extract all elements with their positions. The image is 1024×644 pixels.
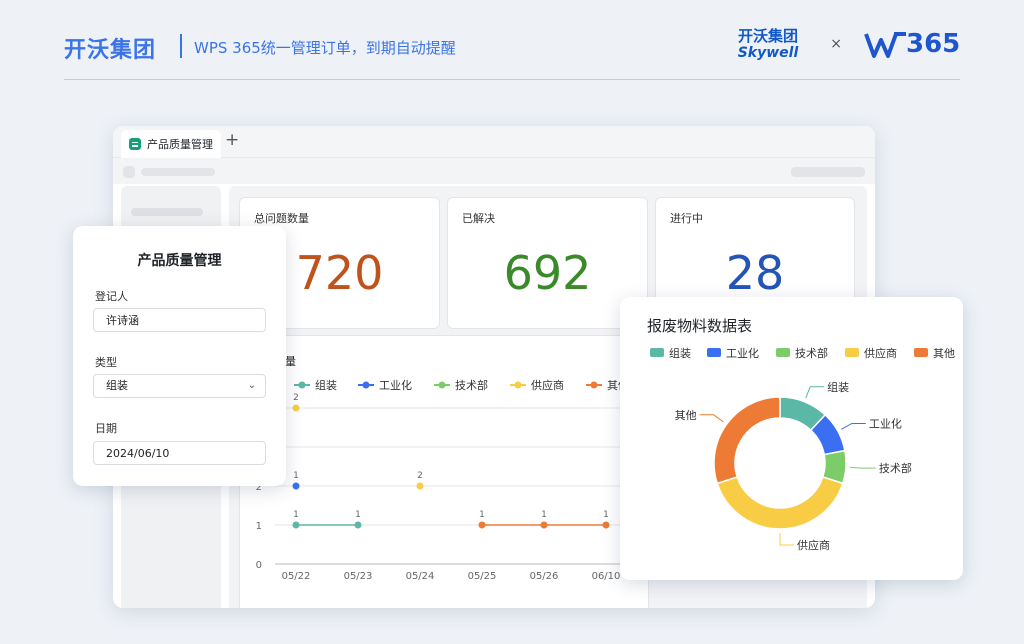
type-label: 类型 <box>95 356 117 369</box>
wps365-logo: 365 <box>864 28 960 62</box>
stat-label: 总问题数量 <box>254 212 309 225</box>
times-sign: × <box>830 36 842 52</box>
table-app-icon <box>129 138 141 150</box>
x-tick-label: 05/25 <box>468 571 497 582</box>
legend-swatch <box>914 348 928 357</box>
legend-swatch <box>776 348 790 357</box>
wps365-text: 365 <box>906 29 961 59</box>
type-select-value: 组装 <box>106 379 128 392</box>
skywell-logo-en: Skywell <box>737 45 799 61</box>
brand-title: 开沃集团 <box>64 38 157 63</box>
legend-marker <box>298 381 306 389</box>
legend-marker <box>438 381 446 389</box>
label-leader <box>841 422 866 430</box>
slice-label: 组装 <box>827 380 849 394</box>
brand-divider <box>180 34 182 58</box>
stat-label: 已解决 <box>462 212 495 225</box>
x-tick-label: 05/24 <box>406 571 435 582</box>
tab-bar: 产品质量管理 + <box>113 126 875 158</box>
slice-label: 工业化 <box>869 416 902 430</box>
data-point[interactable] <box>354 521 362 529</box>
label-leader <box>849 466 876 469</box>
page-header: 开沃集团 WPS 365统一管理订单，到期自动提醒 开沃集团 Skywell ×… <box>64 28 960 80</box>
legend-marker <box>590 381 598 389</box>
legend-swatch <box>845 348 859 357</box>
legend-label[interactable]: 工业化 <box>379 378 412 392</box>
data-point[interactable] <box>292 404 300 412</box>
stat-card-resolved: 已解决 692 <box>447 197 648 329</box>
label-leader <box>779 533 794 546</box>
x-tick-label: 05/23 <box>344 571 373 582</box>
stat-value: 692 <box>503 246 592 300</box>
legend-label[interactable]: 供应商 <box>864 346 897 360</box>
registrant-label: 登记人 <box>95 290 128 303</box>
x-tick-label: 06/10 <box>592 571 621 582</box>
add-tab-icon[interactable]: + <box>225 130 239 150</box>
sidebar-placeholder <box>131 208 203 216</box>
legend-label[interactable]: 技术部 <box>455 378 488 392</box>
data-label: 2 <box>293 393 299 403</box>
legend-label[interactable]: 组装 <box>669 346 691 360</box>
pie-slice[interactable] <box>713 396 781 485</box>
data-point[interactable] <box>478 521 486 529</box>
legend-marker <box>514 381 522 389</box>
data-label: 1 <box>479 510 485 520</box>
x-tick-label: 05/22 <box>282 571 311 582</box>
form-title: 产品质量管理 <box>137 253 222 269</box>
legend-label[interactable]: 其他 <box>933 347 955 360</box>
date-input[interactable] <box>93 441 266 465</box>
scrap-material-pie-card: 报废物料数据表 组装 工业化 技术部 供应商 其他 组装 工业化 技术部 供应商 其他 <box>620 297 963 580</box>
legend-label[interactable]: 组装 <box>315 378 337 392</box>
data-label: 1 <box>541 510 547 520</box>
legend-label[interactable]: 工业化 <box>726 346 759 360</box>
tab-label: 产品质量管理 <box>147 138 213 151</box>
data-point[interactable] <box>416 482 424 490</box>
feedback-line-chart: 反馈数量组装工业化技术部供应商其他01205/2205/2305/2405/25… <box>252 355 648 582</box>
legend-swatch <box>707 348 721 357</box>
legend-label[interactable]: 技术部 <box>795 346 828 360</box>
wps-w-icon <box>864 32 906 58</box>
skywell-logo-cn: 开沃集团 <box>737 27 798 45</box>
toolbar <box>113 158 875 184</box>
data-label: 2 <box>417 471 423 481</box>
y-tick-label: 1 <box>256 521 262 532</box>
slice-label: 其他 <box>675 409 697 422</box>
pie-slice[interactable] <box>716 475 844 530</box>
label-leader <box>805 386 825 399</box>
data-point[interactable] <box>292 521 300 529</box>
type-select[interactable]: 组装 ⌄ <box>93 374 266 398</box>
data-label: 1 <box>293 510 299 520</box>
y-tick-label: 0 <box>256 560 262 571</box>
x-tick-label: 05/26 <box>530 571 559 582</box>
chevron-down-icon: ⌄ <box>247 380 256 391</box>
date-label: 日期 <box>95 422 117 435</box>
data-label: 1 <box>355 510 361 520</box>
data-point[interactable] <box>292 482 300 490</box>
feedback-line-chart-card: 反馈数量组装工业化技术部供应商其他01205/2205/2305/2405/25… <box>239 335 649 608</box>
slice-label: 技术部 <box>879 461 912 475</box>
page-subtitle: WPS 365统一管理订单，到期自动提醒 <box>194 39 456 57</box>
toolbar-placeholder-right <box>791 167 865 177</box>
data-point[interactable] <box>602 521 610 529</box>
quality-form-card: 产品质量管理 登记人 类型 组装 ⌄ 日期 <box>73 226 286 486</box>
legend-marker <box>362 381 370 389</box>
stat-value: 28 <box>725 246 785 300</box>
stat-label: 进行中 <box>670 212 703 225</box>
label-leader <box>699 414 724 423</box>
toolbar-placeholder-icon <box>123 166 135 178</box>
legend-label[interactable]: 供应商 <box>531 378 564 392</box>
legend-swatch <box>650 348 664 357</box>
registrant-input[interactable] <box>93 308 266 332</box>
toolbar-placeholder <box>141 168 215 176</box>
data-label: 1 <box>603 510 609 520</box>
scrap-material-pie-chart: 组装 工业化 技术部 供应商 其他组装工业化技术部供应商其他 <box>650 346 955 552</box>
data-point[interactable] <box>540 521 548 529</box>
data-label: 1 <box>293 471 299 481</box>
tab-product-quality[interactable]: 产品质量管理 <box>121 130 221 158</box>
slice-label: 供应商 <box>797 538 830 552</box>
